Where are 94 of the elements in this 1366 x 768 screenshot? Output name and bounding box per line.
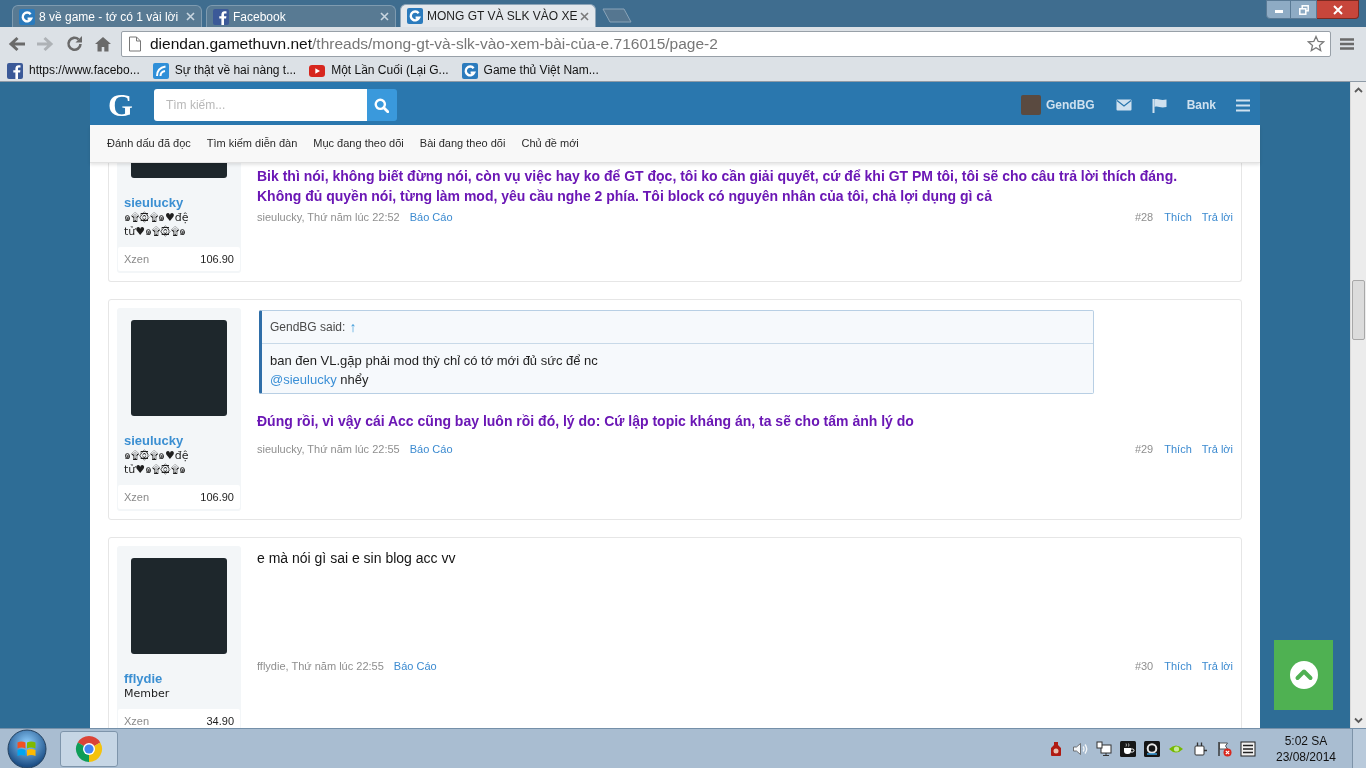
chrome-logo-icon xyxy=(75,734,103,763)
clock-time: 5:02 SA xyxy=(1284,732,1328,749)
clock-date: 23/08/2014 xyxy=(1275,748,1337,765)
site-logo[interactable]: G xyxy=(108,89,133,121)
user-title: ๑۩۞۩๑♥đệ tử♥๑۩۞۩๑ xyxy=(123,449,190,477)
stat-label: Xzen xyxy=(124,489,150,505)
minimize-icon xyxy=(1274,10,1283,13)
ring-icon[interactable] xyxy=(1144,740,1160,757)
stat-label: Xzen xyxy=(124,251,150,267)
user-title: Member xyxy=(123,687,171,701)
bottle-icon[interactable] xyxy=(1048,740,1064,757)
site-logo-icon xyxy=(19,8,35,25)
lined-panel-icon[interactable] xyxy=(1240,740,1256,757)
quote-text: ban đen VL.gặp phải mod thỳ chỉ có tớ mới đủ sức để nc xyxy=(270,352,598,370)
avatar-photo xyxy=(1021,95,1041,115)
reload-icon[interactable] xyxy=(66,35,83,52)
chevron-up-circle-icon xyxy=(1289,661,1318,689)
minimize-button[interactable] xyxy=(1266,0,1291,19)
bookmark-item[interactable]: https://www.facebo... xyxy=(7,62,140,79)
username-link[interactable]: sieulucky xyxy=(117,195,241,211)
nav-link[interactable]: Đánh dấu đã đọc xyxy=(107,135,191,152)
flag-icon[interactable] xyxy=(1151,97,1167,113)
nav-link[interactable]: Bài đang theo dõi xyxy=(419,135,506,152)
nav-link[interactable]: Chủ đề mới xyxy=(521,135,579,152)
stat-label: Xzen xyxy=(124,713,150,728)
username-link[interactable]: fflydie xyxy=(117,671,241,687)
quote-text: @sieulucky nhểy xyxy=(270,371,369,389)
nav-link[interactable]: Tìm kiếm diễn đàn xyxy=(206,135,298,152)
menu-icon[interactable] xyxy=(1339,36,1355,51)
like-link[interactable]: Thích xyxy=(1164,210,1192,224)
video-play-icon xyxy=(309,64,326,77)
jump-to-quote-link[interactable]: ↑ xyxy=(349,316,357,338)
like-link[interactable]: Thích xyxy=(1164,442,1192,456)
post-byline: sieulucky, Thứ năm lúc 22:55 xyxy=(257,442,400,456)
reply-link[interactable]: Trả lời xyxy=(1201,442,1233,456)
restore-button[interactable] xyxy=(1291,0,1317,19)
bookmark-item[interactable]: Game thủ Việt Nam... xyxy=(461,62,599,79)
post-message: Bik thì nói, không biết đừng nói, còn vụ việc hay ko để GT đọc, tôi ko cần giải quyết, cứ để khi GT PM tôi, tôi sẽ cho câu trả lời thích đáng. Không đủ quyền nói, từng làm mod, yêu cầu nghe 2 phía. Tôi block có nguyên nhân của tôi, chả lợi dụng gì cả xyxy=(257,167,1178,206)
browser-tab[interactable]: MONG GT VÀ SLK VÀO XE xyxy=(400,4,596,27)
network-icon[interactable] xyxy=(1096,740,1112,757)
restore-icon xyxy=(1298,4,1309,15)
post-byline: sieulucky, Thứ năm lúc 22:52 xyxy=(257,210,400,224)
search-icon xyxy=(374,97,390,113)
stat-value: 106.90 xyxy=(200,489,234,505)
post-number-link[interactable]: #30 xyxy=(1134,659,1154,673)
speaker-icon[interactable] xyxy=(1072,740,1088,757)
facebook-icon xyxy=(213,8,229,25)
star-icon[interactable] xyxy=(1307,35,1325,52)
address-bar[interactable]: diendan.gamethuvn.net/threads/mong-gt-và-slk-vào-xem-bài-của-e.716015/page-2 xyxy=(121,30,1331,57)
page-icon xyxy=(128,35,142,52)
reply-link[interactable]: Trả lời xyxy=(1201,210,1233,224)
url-text: diendan.gamethuvn.net/threads/mong-gt-và-slk-vào-xem-bài-của-e.716015/page-2 xyxy=(150,34,718,53)
close-window-button[interactable] xyxy=(1317,0,1359,19)
like-link[interactable]: Thích xyxy=(1164,659,1192,673)
bookmark-item[interactable]: Một Lần Cuối (Lại G... xyxy=(309,63,449,78)
username-link[interactable]: sieulucky xyxy=(117,433,241,449)
facebook-icon xyxy=(7,62,23,79)
report-link[interactable]: Báo Cáo xyxy=(409,442,453,456)
nav-link[interactable]: Mục đang theo dõi xyxy=(313,135,404,152)
taskbar-button[interactable] xyxy=(60,730,118,767)
search-field[interactable]: Tìm kiếm... xyxy=(153,89,367,121)
post-number-link[interactable]: #28 xyxy=(1134,210,1154,224)
swoosh-logo-icon xyxy=(152,62,169,79)
stat-value: 106.90 xyxy=(200,251,234,267)
reply-link[interactable]: Trả lời xyxy=(1201,659,1233,673)
scroll-to-top-button[interactable] xyxy=(1274,640,1333,710)
username-link[interactable]: GendBG xyxy=(1046,96,1095,114)
back-arrow-icon[interactable] xyxy=(8,35,26,52)
browser-tab[interactable]: 8 về game - tớ có 1 vài lời xyxy=(12,5,202,27)
flag-error-icon[interactable] xyxy=(1216,740,1232,757)
scrollbar-thumb[interactable] xyxy=(1352,280,1365,340)
site-logo-icon xyxy=(407,8,423,24)
stat-value: 34.90 xyxy=(206,713,234,728)
home-icon[interactable] xyxy=(94,35,112,52)
windows-start-icon[interactable] xyxy=(7,728,47,768)
quote-attribution: GendBG said: xyxy=(270,319,346,336)
envelope-icon[interactable] xyxy=(1115,99,1132,111)
post-message: e mà nói gì sai e sin blog acc vv xyxy=(257,549,456,568)
coffee-cup-icon[interactable] xyxy=(1120,740,1136,757)
bookmark-item[interactable]: Sự thật về hai nàng t... xyxy=(152,62,297,79)
report-link[interactable]: Báo Cáo xyxy=(409,210,453,224)
search-button[interactable] xyxy=(366,89,397,121)
bank-link[interactable]: Bank xyxy=(1186,96,1216,114)
user-title: ๑۩۞۩๑♥đệ tử♥๑۩۞۩๑ xyxy=(123,211,190,239)
close-icon xyxy=(1332,4,1343,15)
report-link[interactable]: Báo Cáo xyxy=(393,659,437,673)
post-byline: fflydie, Thứ năm lúc 22:55 xyxy=(257,659,384,673)
post-message: Đúng rồi, vì vậy cái Acc cũng bay luôn rồi đó, lý do: Cứ lập topic kháng án, ta sẽ cho tấm ảnh lý do xyxy=(257,412,914,431)
close-icon[interactable] xyxy=(580,11,589,21)
power-plug-icon[interactable] xyxy=(1192,740,1208,757)
post-number-link[interactable]: #29 xyxy=(1134,442,1154,456)
mention-link[interactable]: @sieulucky xyxy=(270,372,337,387)
site-logo-icon xyxy=(461,62,478,79)
browser-tab[interactable]: Facebook xyxy=(206,5,396,27)
